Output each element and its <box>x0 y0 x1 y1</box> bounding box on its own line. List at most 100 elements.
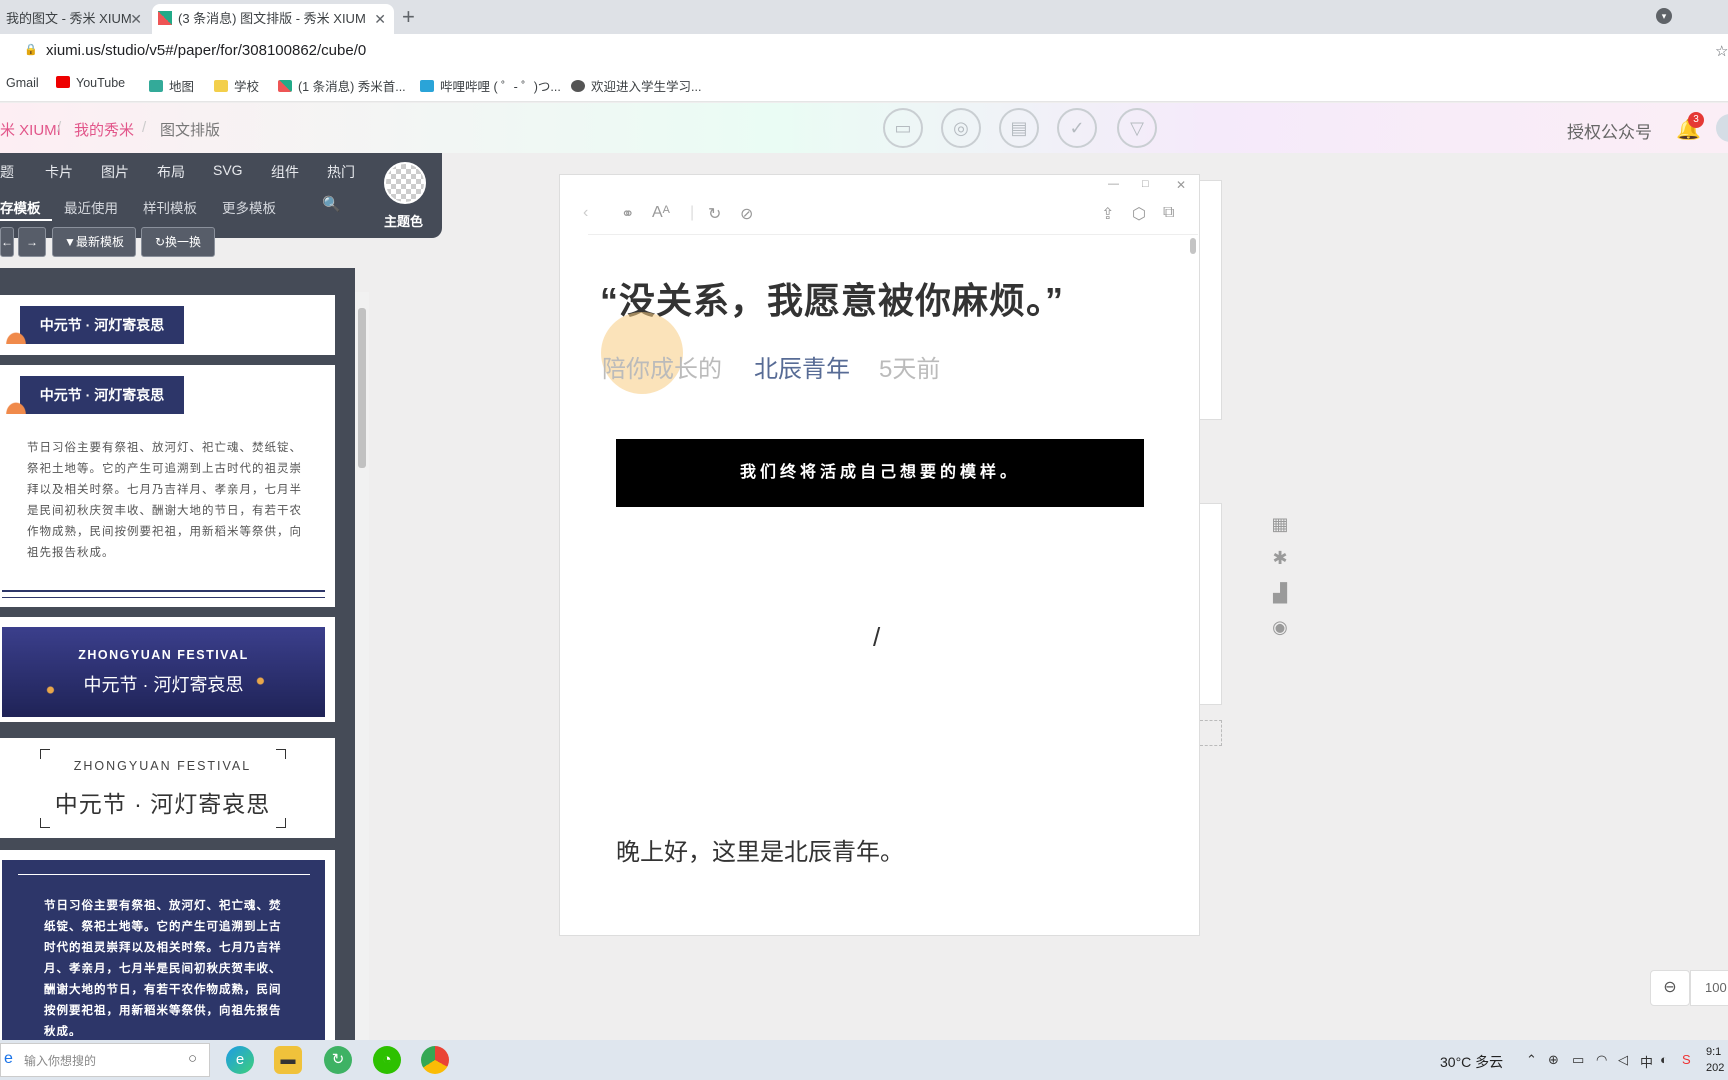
new-tab-icon[interactable]: + <box>402 4 415 30</box>
scrollbar-thumb[interactable] <box>358 308 366 468</box>
shuffle-button[interactable]: ↻换一换 <box>141 227 215 257</box>
next-arrow-icon[interactable]: → <box>18 227 46 257</box>
close-tab-icon[interactable]: ✕ <box>130 4 142 34</box>
link-icon[interactable]: ⚭ <box>621 204 634 224</box>
weather-widget[interactable]: 30°C 多云 <box>1440 1052 1503 1072</box>
mini-program-icon[interactable]: ⧉ <box>1163 204 1174 222</box>
minimize-icon[interactable]: — <box>1108 178 1119 190</box>
ime-mode-icon[interactable]: ◐ <box>1660 1052 1668 1067</box>
gear-icon[interactable]: ✱ <box>1270 548 1290 568</box>
authorize-account-link[interactable]: 授权公众号 <box>1567 118 1652 143</box>
prev-arrow-icon[interactable]: ← <box>0 227 14 257</box>
folder-icon[interactable]: ▭ <box>883 108 923 148</box>
bookmark-youtube[interactable]: YouTube <box>56 76 125 90</box>
article-title[interactable]: “没关系，我愿意被你麻烦。” <box>600 272 1064 324</box>
refresh-icon[interactable]: ↻ <box>708 204 721 224</box>
edge-icon[interactable]: e <box>226 1046 254 1074</box>
subtab-saved[interactable]: 存模板 <box>0 197 41 217</box>
divider-line <box>18 874 310 875</box>
compass-icon[interactable]: ⊘ <box>740 204 753 224</box>
corner-ornament <box>40 749 50 759</box>
grid-icon[interactable]: ▦ <box>1270 514 1290 534</box>
bookmark-bilibili[interactable]: 哔哩哔哩 ( ゜- ゜)つ... <box>420 76 561 95</box>
font-size-icon[interactable]: Aᴬ <box>652 204 670 222</box>
breadcrumb-current: 图文排版 <box>160 122 221 139</box>
preview-eye-icon[interactable]: ◉ <box>1270 617 1290 637</box>
maximize-icon[interactable]: □ <box>1142 178 1149 190</box>
system-clock[interactable]: 9:1 202 <box>1706 1044 1724 1076</box>
article-banner[interactable]: 我们终将活成自己想要的模样。 <box>616 439 1144 507</box>
author-link[interactable]: 北辰青年 <box>754 349 850 384</box>
category-svg[interactable]: SVG <box>213 162 243 178</box>
bookmark-school[interactable]: 学校 <box>214 76 259 95</box>
category-layout[interactable]: 布局 <box>157 162 185 182</box>
breadcrumb-sep: / <box>57 119 62 136</box>
tab-label: 我的图文 - 秀米 XIUM <box>6 11 132 26</box>
zoom-level[interactable]: 100 <box>1690 970 1728 1006</box>
tab-search-icon[interactable]: ▾ <box>1656 8 1672 24</box>
ime-icon[interactable]: 中 <box>1640 1052 1653 1071</box>
app-green-icon[interactable]: ↻ <box>324 1046 352 1074</box>
close-icon[interactable]: ✕ <box>1176 178 1186 192</box>
chart-icon[interactable]: ▟ <box>1270 583 1290 603</box>
zoom-icon[interactable]: ⊖ <box>1650 970 1690 1006</box>
lotus-icon <box>4 400 28 414</box>
globe-icon <box>571 80 585 92</box>
latest-templates-button[interactable]: ▼最新模板 <box>52 227 136 257</box>
tab-label: (3 条消息) 图文排版 - 秀米 XIUM <box>178 11 366 26</box>
file-explorer-icon[interactable]: ▬ <box>274 1046 302 1074</box>
bookmark-student[interactable]: 欢迎进入学生学习... <box>571 76 701 95</box>
share-icon[interactable]: ⇪ <box>1101 204 1114 224</box>
battery-icon[interactable]: ▭ <box>1572 1052 1584 1068</box>
cube-icon[interactable]: ⬡ <box>1132 204 1146 224</box>
preview-scrollbar[interactable] <box>1190 238 1196 254</box>
category-card[interactable]: 卡片 <box>45 162 73 182</box>
save-as-icon[interactable]: ◎ <box>941 108 981 148</box>
taskbar-search-placeholder: 输入你想搜的 <box>24 1054 97 1068</box>
category-component[interactable]: 组件 <box>271 162 299 182</box>
article-divider-slash: / <box>873 622 881 652</box>
wechat-icon[interactable]: ◔ <box>373 1046 401 1074</box>
filter-icon: ▼ <box>64 235 76 249</box>
bookmark-xiumi[interactable]: (1 条消息) 秀米首... <box>278 76 406 95</box>
template-title-label: 中元节 · 河灯寄哀思 <box>20 306 184 344</box>
lock-icon[interactable]: 🔒 <box>24 43 38 56</box>
subtab-recent[interactable]: 最近使用 <box>64 197 118 217</box>
url-field[interactable]: xiumi.us/studio/v5#/paper/for/308100862/… <box>46 42 366 59</box>
youtube-icon <box>56 76 70 88</box>
search-icon[interactable]: 🔍 <box>322 195 341 213</box>
category-hot[interactable]: 热门 <box>327 162 355 182</box>
wifi-icon[interactable]: ◠ <box>1596 1052 1607 1068</box>
print-icon[interactable]: ▤ <box>999 108 1039 148</box>
chrome-icon[interactable] <box>421 1046 449 1074</box>
category-title[interactable]: 题 <box>0 162 14 182</box>
sogou-icon[interactable]: S <box>1682 1052 1691 1067</box>
tab-my-articles[interactable]: 我的图文 - 秀米 XIUM ✕ <box>0 4 150 34</box>
meta-prefix: 陪你成长的 <box>602 356 722 383</box>
back-icon[interactable]: ‹ <box>583 204 588 222</box>
active-subtab-underline <box>0 219 52 221</box>
tray-chevron-icon[interactable]: ⌃ <box>1526 1052 1537 1068</box>
banner-english: ZHONGYUAN FESTIVAL <box>73 759 252 773</box>
bookmark-gmail[interactable]: Gmail <box>6 76 39 90</box>
bookmarks-bar <box>0 70 1728 102</box>
banner-english: ZHONGYUAN FESTIVAL <box>78 648 249 662</box>
check-icon[interactable]: ✓ <box>1057 108 1097 148</box>
notification-badge: 3 <box>1688 112 1704 128</box>
tab-layout[interactable]: (3 条消息) 图文排版 - 秀米 XIUM ✕ <box>152 4 394 34</box>
close-tab-icon[interactable]: ✕ <box>374 4 386 34</box>
tray-app-icon[interactable]: ⊕ <box>1548 1052 1559 1068</box>
bookmark-star-icon[interactable]: ☆ <box>1715 42 1728 60</box>
volume-icon[interactable]: ◁ <box>1618 1052 1628 1068</box>
subtab-sample[interactable]: 样刊模板 <box>143 197 197 217</box>
subtab-more[interactable]: 更多模板 <box>222 197 276 217</box>
theme-color-picker[interactable] <box>384 162 426 204</box>
breadcrumb-logo[interactable]: 米 XIUMI <box>0 119 61 140</box>
background-panel <box>1200 503 1222 705</box>
article-greeting[interactable]: 晚上好，这里是北辰青年。 <box>616 832 904 867</box>
breadcrumb-my-xiumi[interactable]: 我的秀米 <box>74 119 134 140</box>
dropdown-icon[interactable]: ▽ <box>1117 108 1157 148</box>
category-image[interactable]: 图片 <box>101 162 129 182</box>
banner-chinese: 中元节 · 河灯寄哀思 <box>83 675 244 695</box>
bookmark-maps[interactable]: 地图 <box>149 76 194 95</box>
